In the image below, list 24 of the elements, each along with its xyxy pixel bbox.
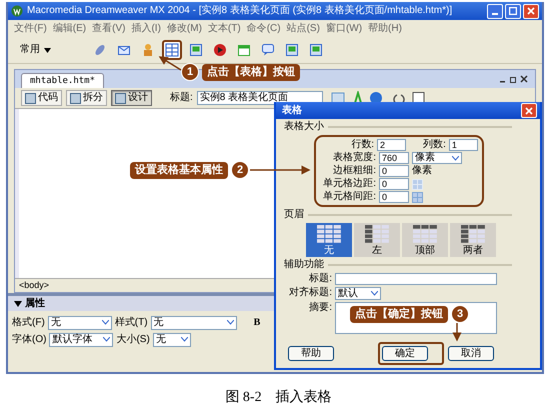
font-label: 字体(O) bbox=[12, 334, 46, 346]
unit-label: 像素 bbox=[412, 165, 432, 177]
field-label: 单元格间距: bbox=[322, 191, 376, 203]
field-label: 表格宽度: bbox=[332, 152, 376, 164]
section-heading: 辅助功能 bbox=[284, 259, 324, 271]
callout-label: 点击【确定】按钮 bbox=[350, 306, 448, 322]
callout-label: 点击【表格】按钮 bbox=[202, 64, 300, 80]
format-label: 格式(F) bbox=[12, 316, 45, 328]
section-heading: 表格大小 bbox=[284, 121, 324, 133]
field-label: 行数: bbox=[350, 139, 374, 151]
section-heading: 页眉 bbox=[284, 209, 304, 221]
field-label: 边框粗细: bbox=[332, 165, 376, 177]
figure-number: 图 8-2 bbox=[225, 390, 262, 406]
field-label: 单元格边距: bbox=[322, 178, 376, 190]
field-label: 摘要: bbox=[308, 302, 332, 314]
figure-caption: 插入表格 bbox=[276, 390, 332, 406]
window-title: Macromedia Dreamweaver MX 2004 - [实例8 表格美化页面 (实例8 表格美化页面/mhtable.htm*)] bbox=[27, 5, 454, 17]
field-label: 列数: bbox=[422, 139, 446, 151]
callout-label: 设置表格基本属性 bbox=[130, 162, 228, 178]
dialog-title: 表格 bbox=[282, 104, 302, 116]
title-label: 标题: bbox=[170, 92, 193, 104]
panel-title: 属性 bbox=[25, 298, 45, 310]
style-label: 样式(T) bbox=[114, 316, 148, 328]
size-label: 大小(S) bbox=[116, 334, 150, 346]
